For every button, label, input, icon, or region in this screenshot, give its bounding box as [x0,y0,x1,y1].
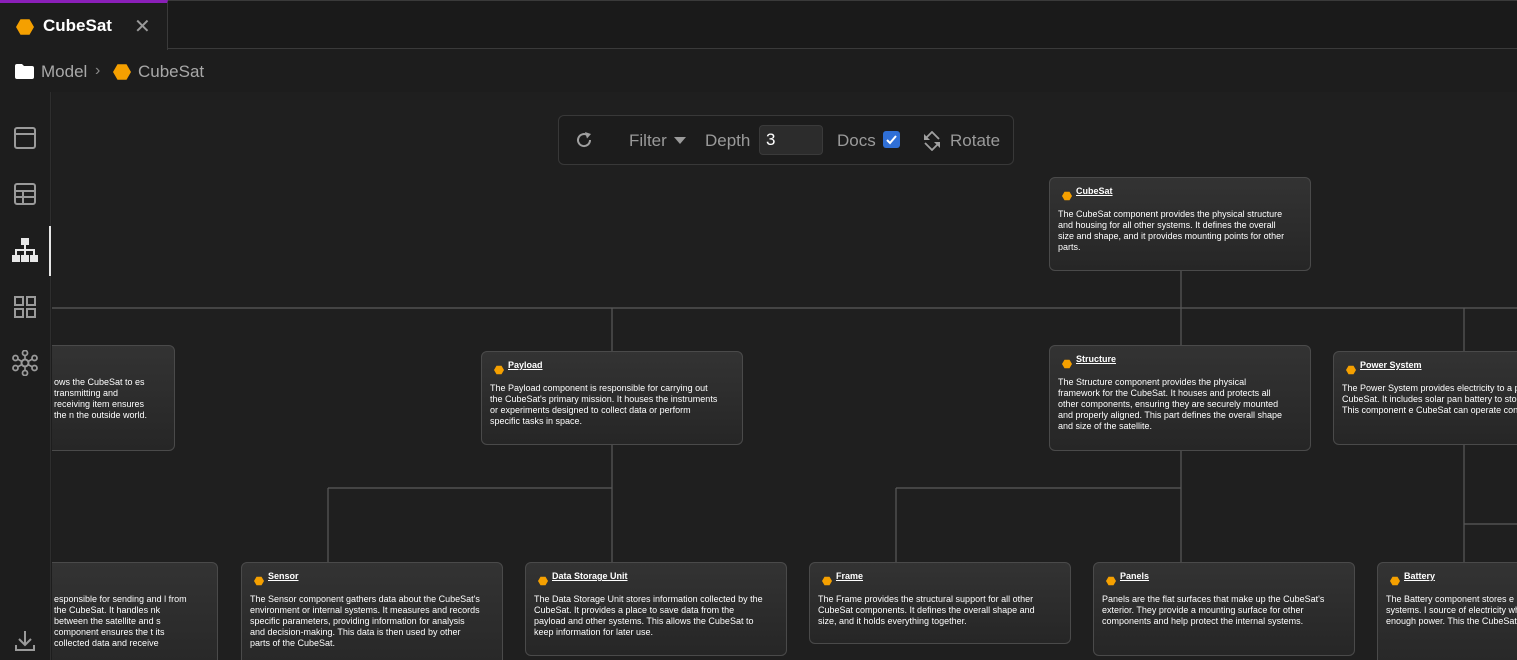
node-transceiver[interactable]: esponsible for sending and l from the Cu… [52,562,218,660]
chevron-down-icon[interactable] [674,137,686,144]
node-title[interactable]: Battery [1404,571,1435,581]
hexagon-icon [538,573,548,591]
refresh-icon[interactable] [575,131,593,154]
download-icon[interactable] [12,628,38,654]
window-icon[interactable] [12,125,38,151]
node-data-storage-unit[interactable]: Data Storage Unit The Data Storage Unit … [525,562,787,656]
node-payload[interactable]: Payload The Payload component is respons… [481,351,743,445]
tab-cubesat[interactable]: CubeSat ✕ [0,0,168,50]
docs-label: Docs [837,131,876,150]
hexagon-icon [113,63,131,86]
hexagon-icon [1390,573,1400,591]
node-communication[interactable]: ows the CubeSat to es transmitting and r… [52,345,175,451]
hexagon-icon [16,18,34,41]
node-description: Panels are the flat surfaces that make u… [1102,594,1325,626]
node-power-system[interactable]: Power System The Power System provides e… [1333,351,1517,445]
tab-title: CubeSat [43,16,112,35]
node-description: The Battery component stores e power the… [1386,594,1517,626]
node-frame[interactable]: Frame The Frame provides the structural … [809,562,1071,644]
hexagon-icon [1062,188,1072,206]
docs-checkbox[interactable] [883,131,900,148]
node-description: The Frame provides the structural suppor… [818,594,1035,626]
node-title[interactable]: Payload [508,360,543,370]
network-icon[interactable] [12,349,38,377]
node-title[interactable]: Structure [1076,354,1116,364]
node-description: The Sensor component gathers data about … [250,594,480,648]
hexagon-icon [1346,362,1356,380]
node-description: esponsible for sending and l from the Cu… [54,594,187,648]
node-description: The Payload component is responsible for… [490,383,718,426]
tab-bar [0,0,1517,49]
node-structure[interactable]: Structure The Structure component provid… [1049,345,1311,451]
breadcrumb: Model › CubeSat [0,50,1517,92]
node-title[interactable]: Power System [1360,360,1422,370]
node-sensor[interactable]: Sensor The Sensor component gathers data… [241,562,503,660]
node-description: The Data Storage Unit stores information… [534,594,763,637]
hexagon-icon [1062,356,1072,374]
filter-dropdown[interactable]: Filter [629,131,667,151]
node-description: The Power System provides electricity to… [1342,383,1517,415]
depth-input[interactable]: 3 [759,125,823,155]
grid-icon[interactable] [12,294,38,320]
node-description: The CubeSat component provides the physi… [1058,209,1285,252]
breadcrumb-cubesat[interactable]: CubeSat [138,62,204,82]
node-description: The Structure component provides the phy… [1058,377,1282,431]
rotate-button[interactable]: Rotate [950,131,1000,151]
hierarchy-icon[interactable] [12,237,38,263]
active-indicator [49,226,51,276]
table-icon[interactable] [12,181,38,207]
node-title[interactable]: Panels [1120,571,1149,581]
node-title[interactable]: Frame [836,571,863,581]
node-description: ows the CubeSat to es transmitting and r… [54,377,148,420]
hexagon-icon [254,573,264,591]
folder-icon [15,64,34,84]
hexagon-icon [822,573,832,591]
close-icon[interactable]: ✕ [134,14,151,39]
hexagon-icon [1106,573,1116,591]
sidebar [0,92,51,660]
breadcrumb-model[interactable]: Model [41,62,87,82]
rotate-icon[interactable] [922,130,942,156]
node-cubesat[interactable]: CubeSat The CubeSat component provides t… [1049,177,1311,271]
node-title[interactable]: Data Storage Unit [552,571,628,581]
depth-label: Depth [705,131,751,150]
node-battery[interactable]: Battery The Battery component stores e p… [1377,562,1517,660]
hierarchy-canvas[interactable]: Filter Depth 3 Docs Rotate CubeSat The C… [52,92,1517,660]
breadcrumb-separator: › [95,62,101,79]
node-title[interactable]: Sensor [268,571,299,581]
hexagon-icon [494,362,504,380]
tab-bar-border [0,0,1517,1]
node-title[interactable]: CubeSat [1076,186,1113,196]
graph-toolbar: Filter Depth 3 Docs Rotate [558,115,1014,165]
node-panels[interactable]: Panels Panels are the flat surfaces that… [1093,562,1355,656]
